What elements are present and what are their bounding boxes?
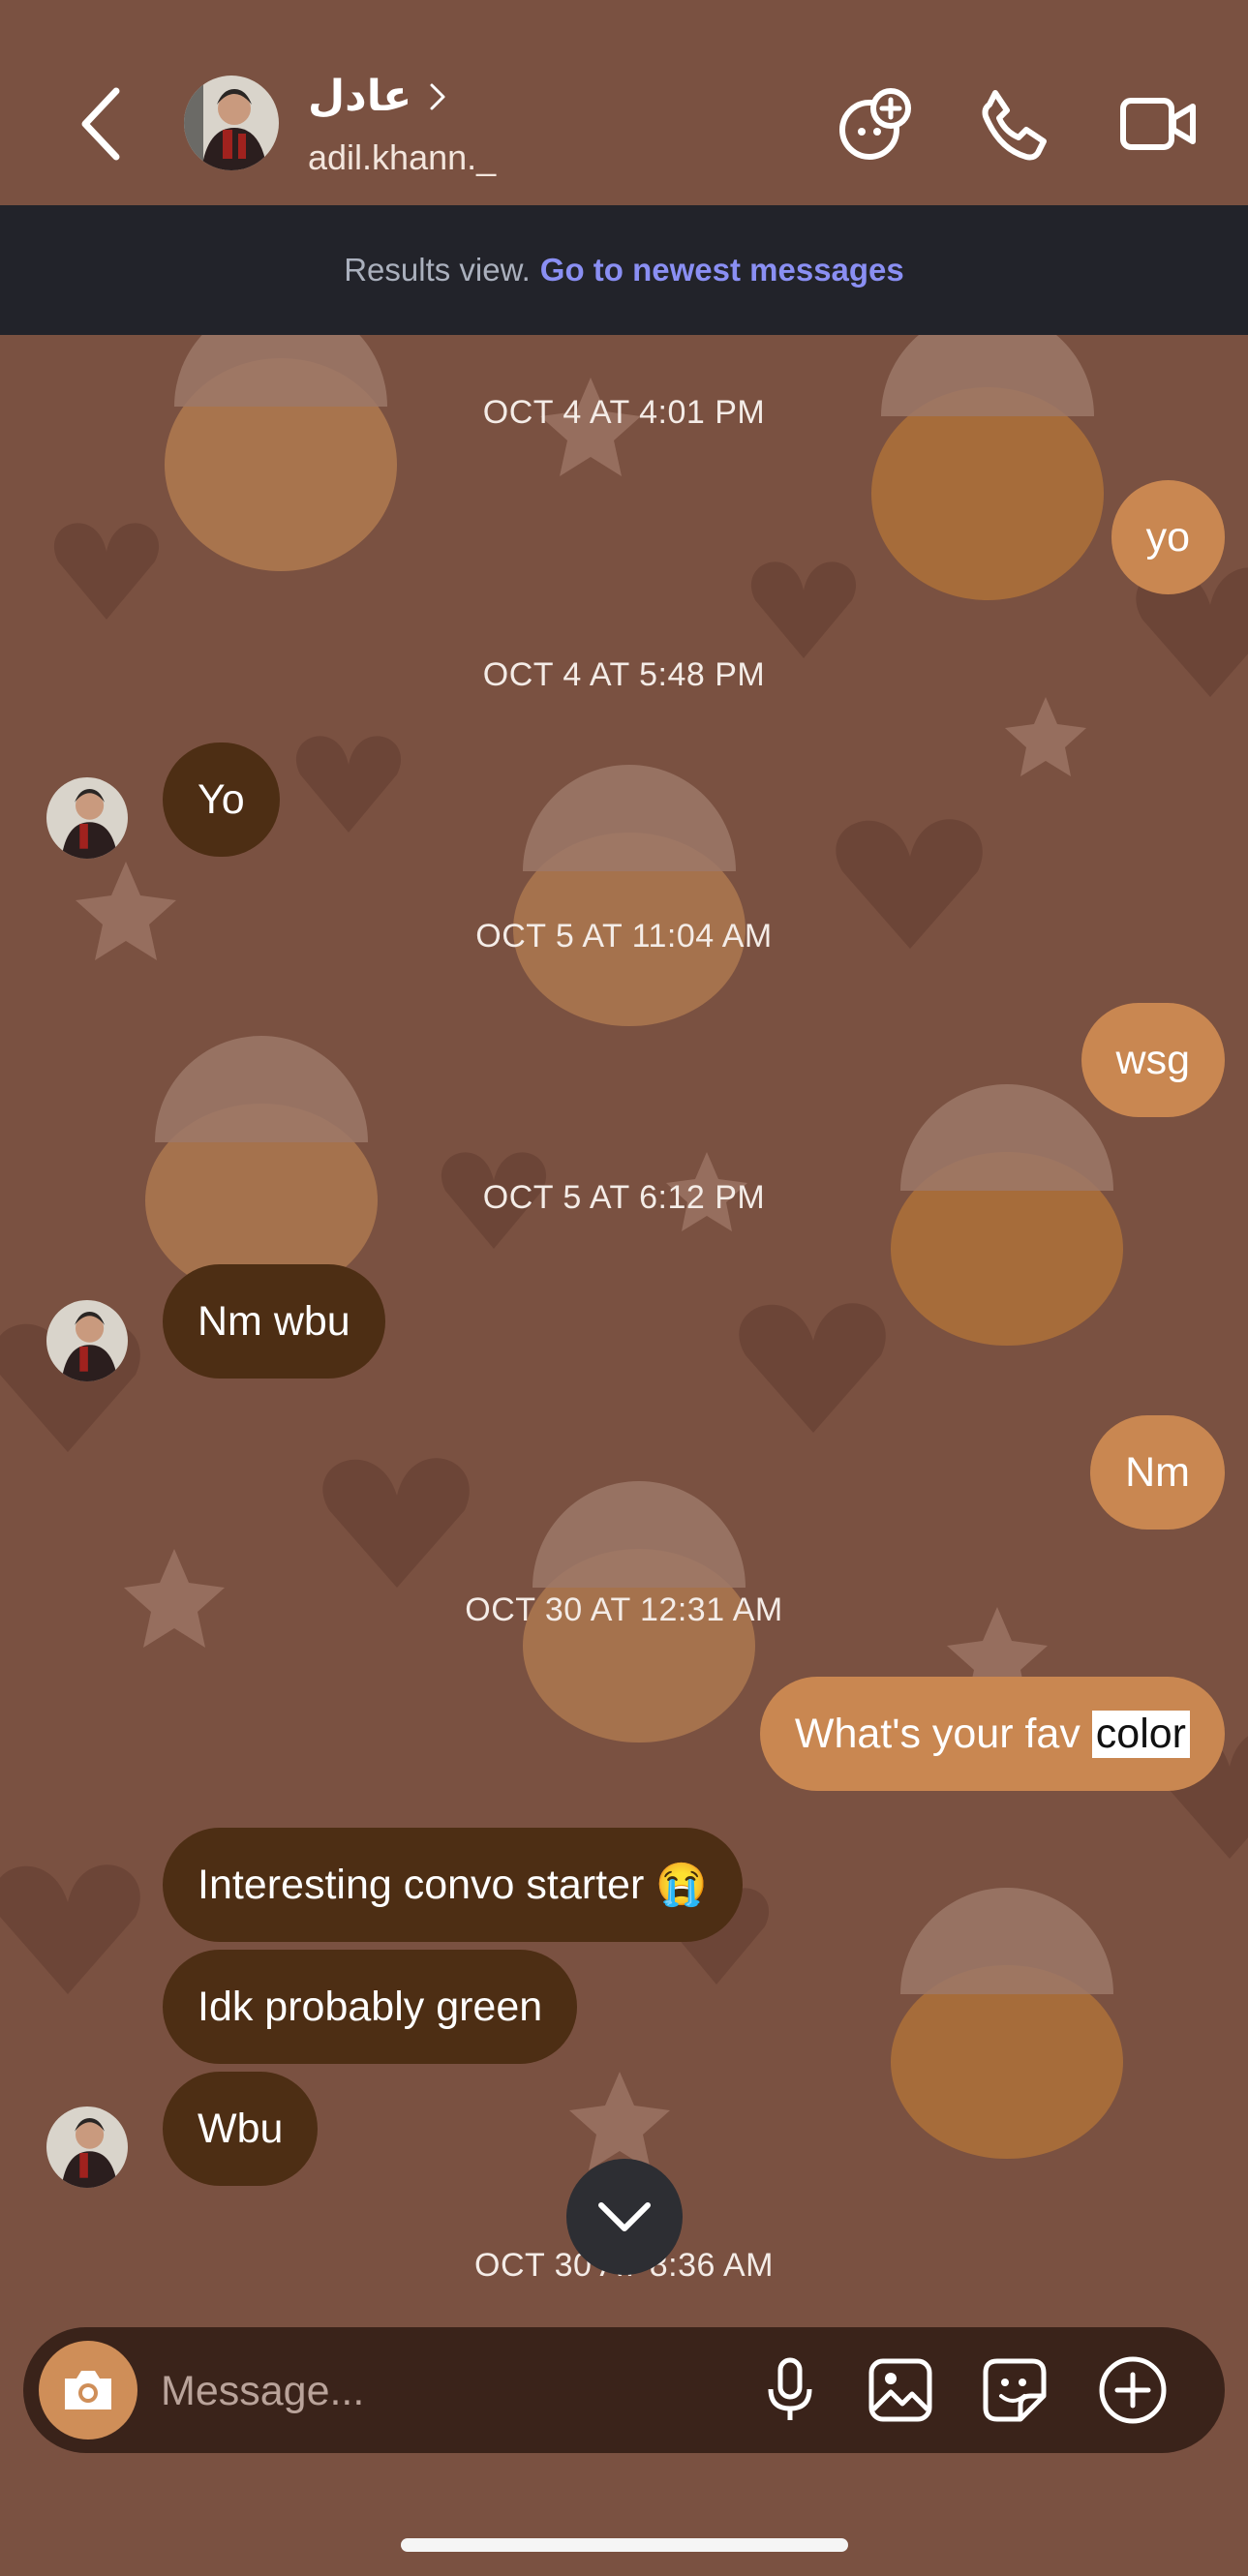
- message-bubble-incoming[interactable]: Idk probably green: [163, 1950, 578, 2064]
- timestamp: OCT 4 AT 5:48 PM: [482, 656, 766, 693]
- timestamp: OCT 30 AT 12:31 AM: [465, 1591, 783, 1628]
- gallery-icon: [868, 2358, 932, 2422]
- contact-handle: adil.khann._: [308, 137, 497, 177]
- message-text: Wbu: [198, 2105, 284, 2152]
- contact-avatar-small[interactable]: [46, 777, 128, 859]
- message-composer: [23, 2327, 1225, 2453]
- results-banner: Results view. Go to newest messages: [0, 205, 1248, 335]
- go-to-newest-link[interactable]: Go to newest messages: [540, 252, 904, 288]
- contact-name-row[interactable]: عادل: [308, 72, 446, 121]
- search-highlight: color: [1091, 1710, 1190, 1758]
- sticker-button[interactable]: [976, 2351, 1053, 2429]
- message-text: Idk probably green: [198, 1983, 543, 2030]
- microphone-button[interactable]: [751, 2351, 829, 2429]
- message-input[interactable]: [159, 2350, 744, 2432]
- sticker-icon: [983, 2358, 1047, 2422]
- phone-icon[interactable]: [974, 83, 1055, 165]
- contact-avatar-small[interactable]: [46, 2106, 128, 2188]
- message-text: Nm: [1125, 1448, 1190, 1496]
- camera-button[interactable]: [39, 2341, 137, 2440]
- home-indicator[interactable]: [401, 2538, 848, 2552]
- message-text: What's your fav: [794, 1710, 1092, 1757]
- chevron-down-icon: [598, 2202, 651, 2231]
- message-bubble-incoming[interactable]: Yo: [163, 742, 280, 857]
- message-text: wsg: [1115, 1036, 1190, 1083]
- timestamp: OCT 5 AT 6:12 PM: [482, 1179, 766, 1216]
- contact-name: عادل: [308, 72, 412, 121]
- message-bubble-incoming[interactable]: Wbu: [163, 2072, 319, 2186]
- video-camera-icon[interactable]: [1117, 83, 1199, 165]
- chevron-right-icon: [430, 83, 445, 109]
- message-bubble-outgoing[interactable]: wsg: [1081, 1003, 1225, 1117]
- message-text: yo: [1145, 513, 1190, 561]
- message-text: Yo: [198, 775, 245, 823]
- message-bubble-incoming[interactable]: Interesting convo starter 😭: [163, 1828, 743, 1942]
- video-chat-icon[interactable]: [835, 83, 916, 165]
- gallery-button[interactable]: [862, 2351, 939, 2429]
- microphone-icon: [768, 2357, 812, 2420]
- chevron-left-icon[interactable]: [77, 85, 126, 163]
- banner-text: Results view.: [344, 252, 531, 288]
- add-button[interactable]: [1094, 2351, 1172, 2429]
- message-text: Nm wbu: [198, 1297, 350, 1345]
- contact-avatar-small[interactable]: [46, 1300, 128, 1381]
- timestamp: OCT 4 AT 4:01 PM: [482, 394, 766, 431]
- message-bubble-outgoing[interactable]: yo: [1111, 480, 1225, 594]
- message-bubble-outgoing[interactable]: What's your fav color: [759, 1677, 1225, 1791]
- message-text: Interesting convo starter 😭: [198, 1862, 708, 1908]
- chat-header: عادل adil.khann._: [0, 0, 1248, 205]
- scroll-down-button[interactable]: [566, 2159, 683, 2275]
- contact-avatar[interactable]: [184, 76, 279, 170]
- plus-icon: [1099, 2356, 1167, 2424]
- message-bubble-incoming[interactable]: Nm wbu: [163, 1264, 385, 1379]
- camera-icon: [65, 2371, 111, 2409]
- message-bubble-outgoing[interactable]: Nm: [1090, 1415, 1225, 1530]
- timestamp: OCT 5 AT 11:04 AM: [475, 918, 773, 955]
